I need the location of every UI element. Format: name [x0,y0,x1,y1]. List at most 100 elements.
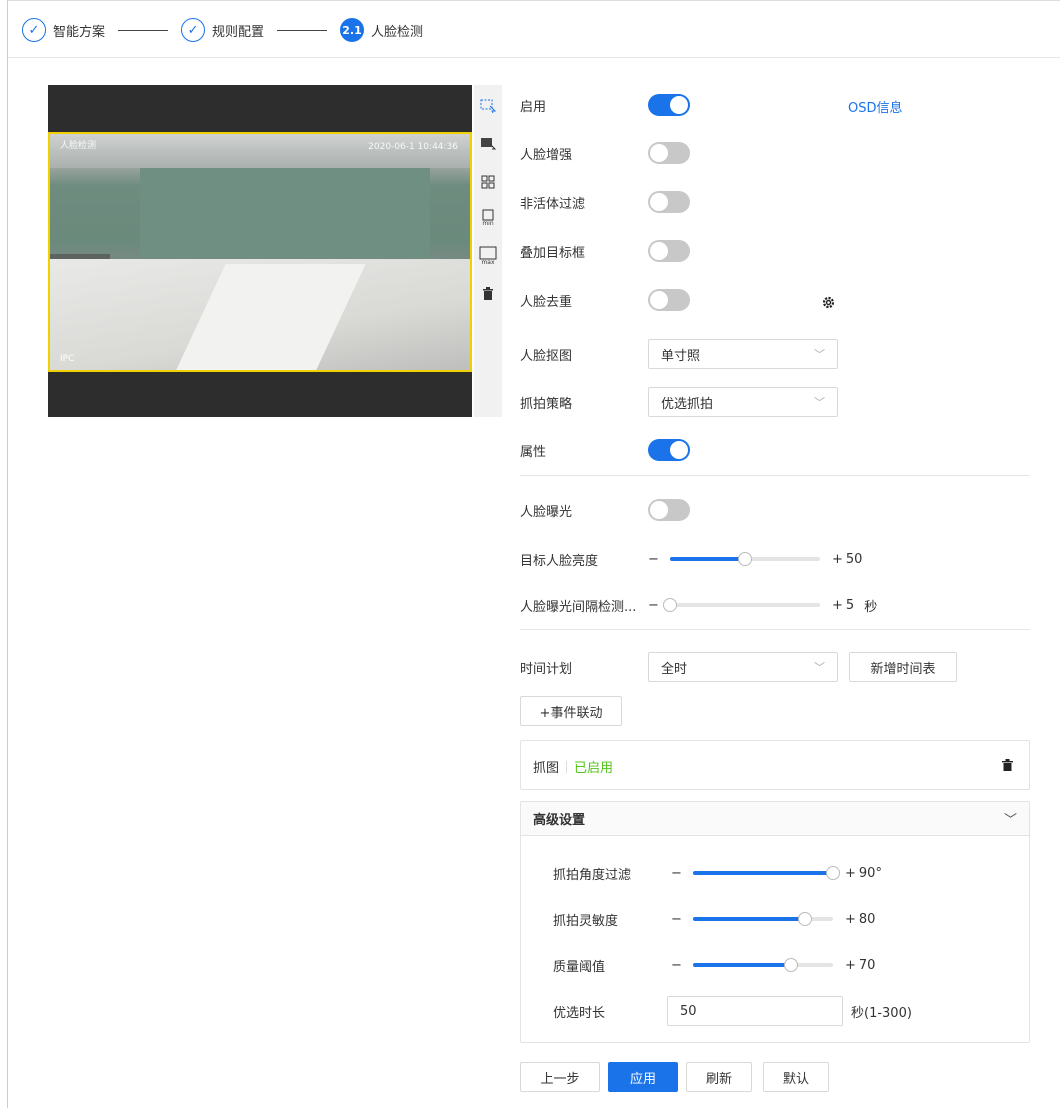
trash-icon[interactable] [476,282,500,304]
slider-track[interactable] [693,912,833,926]
action-bar: 上一步 应用 刷新 默认 [520,1062,829,1092]
face-enhance-label: 人脸增强 [520,147,573,163]
increase-button[interactable]: + [832,598,843,613]
increase-button[interactable]: + [832,552,843,567]
enable-row: 启用 [520,90,690,120]
face-exposure-toggle[interactable] [648,499,690,521]
angle-slider[interactable]: − + 90° [671,866,882,881]
face-enhance-row: 人脸增强 [520,138,690,168]
slider-track[interactable] [693,866,840,880]
attributes-row: 属性 [520,435,690,465]
chevron-down-icon: ﹀ [814,661,825,674]
default-button[interactable]: 默认 [763,1062,829,1092]
optimal-duration-label: 优选时长 [553,1005,606,1021]
face-crop-value: 单寸照 [661,348,701,364]
interval-slider[interactable]: − + 5 秒 [648,596,877,615]
chevron-down-icon: ﹀ [1003,813,1017,828]
osd-timestamp: 2020-06-1 10:44:36 [368,142,458,152]
event-link-button[interactable]: +事件联动 [520,696,622,726]
trash-icon[interactable] [1002,759,1013,775]
step-label: 人脸检测 [371,24,424,40]
face-crop-label: 人脸抠图 [520,348,573,364]
advanced-settings-panel: 高级设置 ﹀ 抓拍角度过滤 − + 90° 抓拍灵敏度 − + 80 质量阈值 … [520,801,1030,1043]
snap-strategy-label: 抓拍策略 [520,396,573,412]
increase-button[interactable]: + [845,958,856,973]
slider-thumb[interactable] [784,958,798,972]
slider-thumb[interactable] [738,552,752,566]
anti-spoof-label: 非活体过滤 [520,196,586,212]
anti-spoof-row: 非活体过滤 [520,187,690,217]
angle-value: 90° [858,865,882,881]
schedule-select[interactable]: 全时 ﹀ [648,652,838,682]
advanced-settings-header[interactable]: 高级设置 ﹀ [521,802,1029,836]
anti-spoof-toggle[interactable] [648,191,690,213]
optimal-duration-input[interactable]: 50 [667,996,843,1026]
interval-row: 人脸曝光间隔检测... − + 5 秒 [520,590,877,620]
qr-target-icon[interactable] [476,171,500,193]
section-divider [520,475,1030,476]
step-rule-config[interactable]: ✓ 规则配置 [181,18,264,42]
optimal-duration-row: 优选时长 50 秒(1-300) [553,996,912,1026]
step-connector [118,29,169,31]
camera-frame[interactable]: 人脸检测 2020-06-1 10:44:36 IPC [48,132,472,372]
slider-track[interactable] [693,958,833,972]
attributes-toggle[interactable] [648,439,690,461]
dedupe-row: 人脸去重 [520,285,690,315]
add-schedule-button[interactable]: 新增时间表 [849,652,957,682]
angle-label: 抓拍角度过滤 [553,867,632,883]
step-smart-plan[interactable]: ✓ 智能方案 [22,18,105,42]
header-divider [8,57,1060,58]
dedupe-toggle[interactable] [648,289,690,311]
slider-thumb[interactable] [798,912,812,926]
interval-label: 人脸曝光间隔检测... [520,599,637,615]
interval-value: 5 [845,597,855,613]
interval-unit: 秒 [864,599,878,615]
increase-button[interactable]: + [845,866,856,881]
decrease-button[interactable]: − [671,866,693,881]
quality-slider[interactable]: − + 70 [671,958,875,973]
slider-thumb[interactable] [826,866,840,880]
slider-track[interactable] [670,552,820,566]
angle-row: 抓拍角度过滤 − + 90° [553,858,882,888]
snap-card: 抓图 已启用 [520,740,1030,790]
step-face-detection[interactable]: 2.1 人脸检测 [340,18,423,42]
decrease-button[interactable]: − [648,552,670,567]
decrease-button[interactable]: − [671,958,693,973]
draw-exclude-icon[interactable] [476,133,500,155]
gear-icon[interactable] [822,296,835,313]
draw-region-icon[interactable] [476,95,500,117]
overlay-box-label: 叠加目标框 [520,245,586,261]
brightness-slider[interactable]: − + 50 [648,552,862,567]
stepper: ✓ 智能方案 ✓ 规则配置 2.1 人脸检测 [22,16,423,44]
schedule-label: 时间计划 [520,661,573,677]
max-size-icon[interactable]: max [476,245,500,267]
face-crop-select[interactable]: 单寸照 ﹀ [648,339,838,369]
schedule-row: 时间计划 全时 ﹀ 新增时间表 [520,652,957,682]
slider-fill [670,557,745,561]
slider-thumb[interactable] [663,598,677,612]
step-label: 智能方案 [53,24,106,40]
min-size-icon[interactable]: min [476,207,500,229]
snap-card-label: 抓图 [533,761,560,776]
slider-fill [693,917,805,921]
face-exposure-row: 人脸曝光 [520,495,690,525]
overlay-box-toggle[interactable] [648,240,690,262]
snap-strategy-value: 优选抓拍 [661,396,714,412]
snap-strategy-select[interactable]: 优选抓拍 ﹀ [648,387,838,417]
apply-button[interactable]: 应用 [608,1062,678,1092]
prev-button[interactable]: 上一步 [520,1062,600,1092]
osd-info-link[interactable]: OSD信息 [848,97,903,116]
quality-row: 质量阈值 − + 70 [553,950,875,980]
brightness-label: 目标人脸亮度 [520,553,599,569]
slider-track[interactable] [663,598,820,612]
enable-toggle[interactable] [648,94,690,116]
sensitivity-slider[interactable]: − + 80 [671,912,875,927]
decrease-button[interactable]: − [671,912,693,927]
increase-button[interactable]: + [845,912,856,927]
osd-channel: IPC [60,354,75,364]
refresh-button[interactable]: 刷新 [686,1062,752,1092]
overlay-box-row: 叠加目标框 [520,236,690,266]
brightness-row: 目标人脸亮度 − + 50 [520,544,862,574]
video-preview[interactable]: 人脸检测 2020-06-1 10:44:36 IPC [48,85,472,417]
face-enhance-toggle[interactable] [648,142,690,164]
